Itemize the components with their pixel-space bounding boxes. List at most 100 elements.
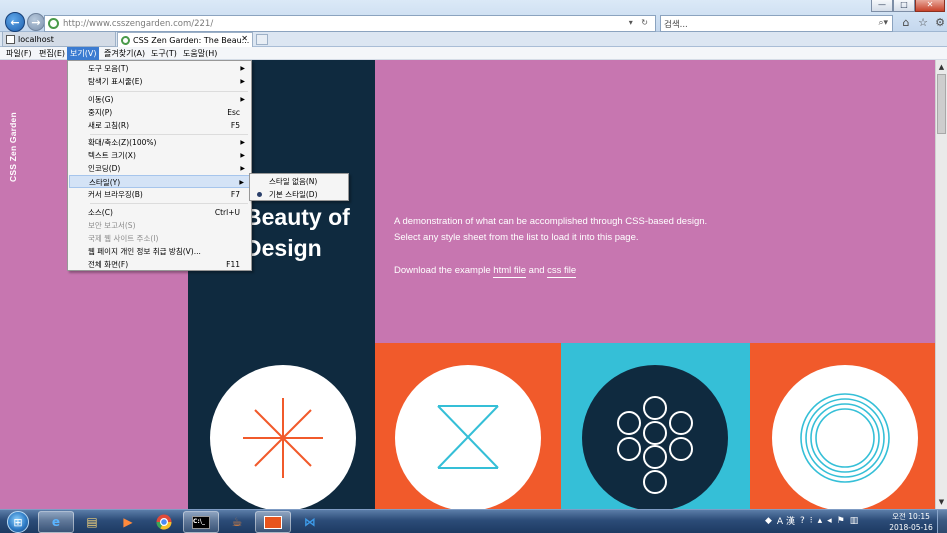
settings-icon[interactable]: ⁝ [810, 516, 813, 526]
address-bar[interactable]: http://www.csszengarden.com/221/ ▾ ↻ [44, 15, 656, 32]
search-box[interactable]: 검색... ⌕▾ [660, 15, 893, 32]
tab-css-zen-garden[interactable]: CSS Zen Garden: The Beau... ✕ [117, 32, 253, 47]
rings-disc [772, 365, 918, 509]
intro-text: Select any style sheet from the list to … [394, 232, 639, 243]
asterisk-disc [210, 365, 356, 509]
menu-item-caret-browsing[interactable]: 커서 브라우징(B) F7 [69, 188, 250, 201]
internet-explorer-icon[interactable]: e [38, 511, 74, 533]
tile-rings [750, 343, 935, 509]
help-icon[interactable]: ? [800, 516, 805, 526]
submenu-arrow-icon: ▶ [240, 96, 245, 103]
menu-file[interactable]: 파일(F) [3, 47, 35, 60]
scroll-thumb[interactable] [937, 74, 946, 134]
menu-item-style[interactable]: 스타일(Y) ▶ [69, 175, 250, 188]
window-controls: — □ ✕ [871, 0, 945, 12]
intro-text: A demonstration of what can be accomplis… [394, 216, 708, 227]
submenu-arrow-icon: ▶ [240, 152, 245, 159]
download-text: Download the example [394, 265, 494, 276]
flag-icon[interactable]: ⚑ [837, 516, 845, 526]
menu-item-label: 텍스트 크기(X) [88, 151, 136, 160]
star-icon[interactable]: ☆ [917, 16, 929, 29]
menu-item-source[interactable]: 소스(C) Ctrl+U [69, 206, 250, 219]
menu-item-no-style[interactable]: 스타일 없음(N) [251, 175, 347, 188]
menu-item-label: 스타일(Y) [89, 178, 121, 187]
hourglass-icon [437, 405, 499, 469]
menu-item-label: 도구 모음(T) [88, 64, 129, 73]
gear-icon[interactable]: ⚙ [934, 16, 946, 29]
java-icon[interactable]: ☕ [219, 511, 255, 533]
menu-item-privacy-policy[interactable]: 웹 페이지 개인 정보 취급 방침(V)... [69, 245, 250, 258]
address-controls[interactable]: ▾ ↻ [629, 18, 651, 27]
chrome-icon[interactable] [146, 511, 182, 533]
loading-icon [121, 35, 130, 45]
html-file-link[interactable]: html file [493, 265, 527, 278]
page-icon [48, 18, 59, 29]
menu-separator [90, 203, 248, 204]
home-icon[interactable]: ⌂ [900, 16, 912, 29]
network-icon[interactable]: ▥ [850, 516, 859, 526]
menu-item-stop[interactable]: 중지(P) Esc [69, 106, 250, 119]
menu-item-full-screen[interactable]: 전체 화면(F) F11 [69, 258, 250, 271]
menu-favorites[interactable]: 즐겨찾기(A) [101, 47, 148, 60]
screen: — □ ✕ ← → http://www.csszengarden.com/22… [0, 0, 947, 533]
menu-item-label: 인코딩(D) [88, 164, 121, 173]
address-url[interactable]: http://www.csszengarden.com/221/ [63, 19, 213, 29]
menu-item-text-size[interactable]: 텍스트 크기(X) ▶ [69, 149, 250, 162]
input-method-indicator[interactable]: A 漢 [777, 514, 795, 527]
css-file-link[interactable]: css file [547, 265, 577, 278]
menu-item-label: 중지(P) [88, 108, 113, 117]
terminal-window: C:\_ [192, 515, 210, 529]
new-tab-button[interactable] [256, 34, 268, 45]
shortcut-label: Ctrl+U [214, 208, 240, 217]
tile-circles [561, 343, 750, 509]
shield-icon[interactable]: ◆ [765, 516, 772, 526]
menu-help[interactable]: 도움말(H) [180, 47, 220, 60]
shortcut-label: Esc [227, 108, 240, 117]
menu-item-go-to[interactable]: 이동(G) ▶ [69, 93, 250, 106]
minimize-button[interactable]: — [871, 0, 893, 12]
menu-item-zoom[interactable]: 확대/축소(Z)(100%) ▶ [69, 136, 250, 149]
menu-item-encoding[interactable]: 인코딩(D) ▶ [69, 162, 250, 175]
menu-item-label: 전체 화면(F) [88, 260, 129, 269]
headline-line: Design [245, 235, 322, 261]
forward-button[interactable]: → [27, 13, 45, 31]
menu-item-label: 기본 스타일(D) [269, 190, 318, 199]
menu-item-explorer-bars[interactable]: 탐색기 표시줄(E) ▶ [69, 75, 250, 88]
editor-icon[interactable] [255, 511, 291, 533]
asterisk-icon [243, 398, 323, 478]
style-submenu: 스타일 없음(N) 기본 스타일(D) [249, 173, 349, 201]
command-prompt-icon[interactable]: C:\_ [183, 511, 219, 533]
volume-icon[interactable]: ◂ [827, 516, 832, 526]
menu-item-refresh[interactable]: 새로 고침(R) F5 [69, 119, 250, 132]
menu-edit[interactable]: 편집(E) [36, 47, 68, 60]
clock[interactable]: 오전 10:15 2018-05-16 [889, 511, 933, 533]
file-explorer-icon[interactable]: ▤ [74, 511, 110, 533]
tab-localhost[interactable]: localhost [2, 32, 116, 47]
close-button[interactable]: ✕ [915, 0, 945, 12]
maximize-button[interactable]: □ [893, 0, 915, 12]
show-desktop-button[interactable] [937, 510, 947, 533]
chrome-logo [156, 514, 172, 530]
search-icon[interactable]: ⌕▾ [878, 18, 888, 28]
tab-label: CSS Zen Garden: The Beau... [133, 35, 250, 45]
scroll-down-icon[interactable]: ▼ [936, 497, 947, 507]
menu-item-label: 탐색기 표시줄(E) [88, 77, 143, 86]
menu-tools[interactable]: 도구(T) [148, 47, 180, 60]
vertical-scrollbar[interactable]: ▲ ▼ [935, 60, 947, 509]
submenu-arrow-icon: ▶ [240, 65, 245, 72]
media-player-icon[interactable]: ▶ [110, 511, 146, 533]
back-button[interactable]: ← [5, 12, 25, 32]
menu-item-international-address: 국제 웹 사이트 주소(I) [69, 232, 250, 245]
search-input[interactable]: 검색... [664, 18, 688, 30]
menu-view[interactable]: 보기(V) [67, 47, 100, 60]
show-hidden-icons[interactable]: ▴ [818, 516, 823, 526]
close-tab-icon[interactable]: ✕ [241, 34, 248, 43]
menu-item-toolbars[interactable]: 도구 모음(T) ▶ [69, 62, 250, 75]
menu-item-default-style[interactable]: 기본 스타일(D) [251, 188, 347, 201]
start-button[interactable]: ⊞ [3, 510, 33, 533]
scroll-up-icon[interactable]: ▲ [936, 62, 947, 72]
browser-toolbar: — □ ✕ ← → http://www.csszengarden.com/22… [0, 0, 947, 32]
visual-studio-code-icon[interactable]: ⋈ [292, 511, 328, 533]
radio-selected-icon [257, 192, 262, 197]
menu-separator [90, 134, 248, 135]
